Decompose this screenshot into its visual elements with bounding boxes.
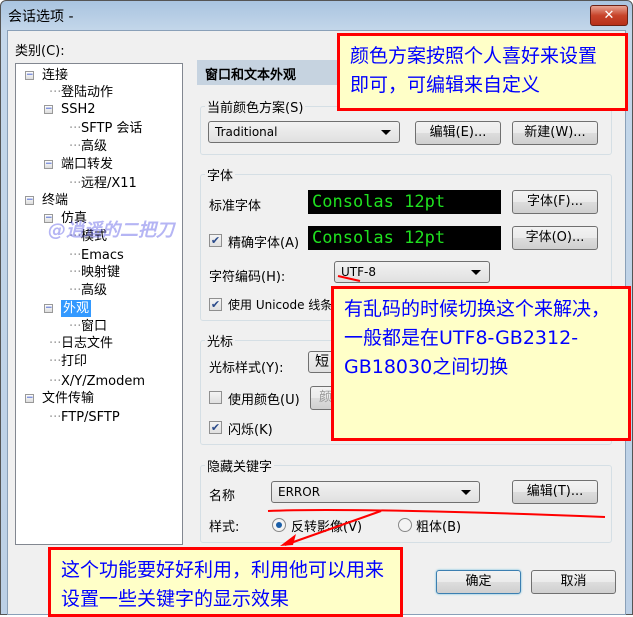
arrow-encoding [337, 275, 361, 282]
note-color-scheme: 颜色方案按照个人喜好来设置即可，可编辑来自定义 [337, 33, 628, 111]
underline-keywords [267, 508, 606, 518]
arrow-keywords [284, 510, 382, 546]
note-encoding: 有乱码的时候切换这个来解决，一般都是在UTF8-GB2312-GB18030之间… [331, 286, 631, 441]
arrow-head [280, 534, 296, 546]
note-keywords: 这个功能要好好利用，利用他可以用来设置一些关键字的显示效果 [48, 547, 403, 617]
